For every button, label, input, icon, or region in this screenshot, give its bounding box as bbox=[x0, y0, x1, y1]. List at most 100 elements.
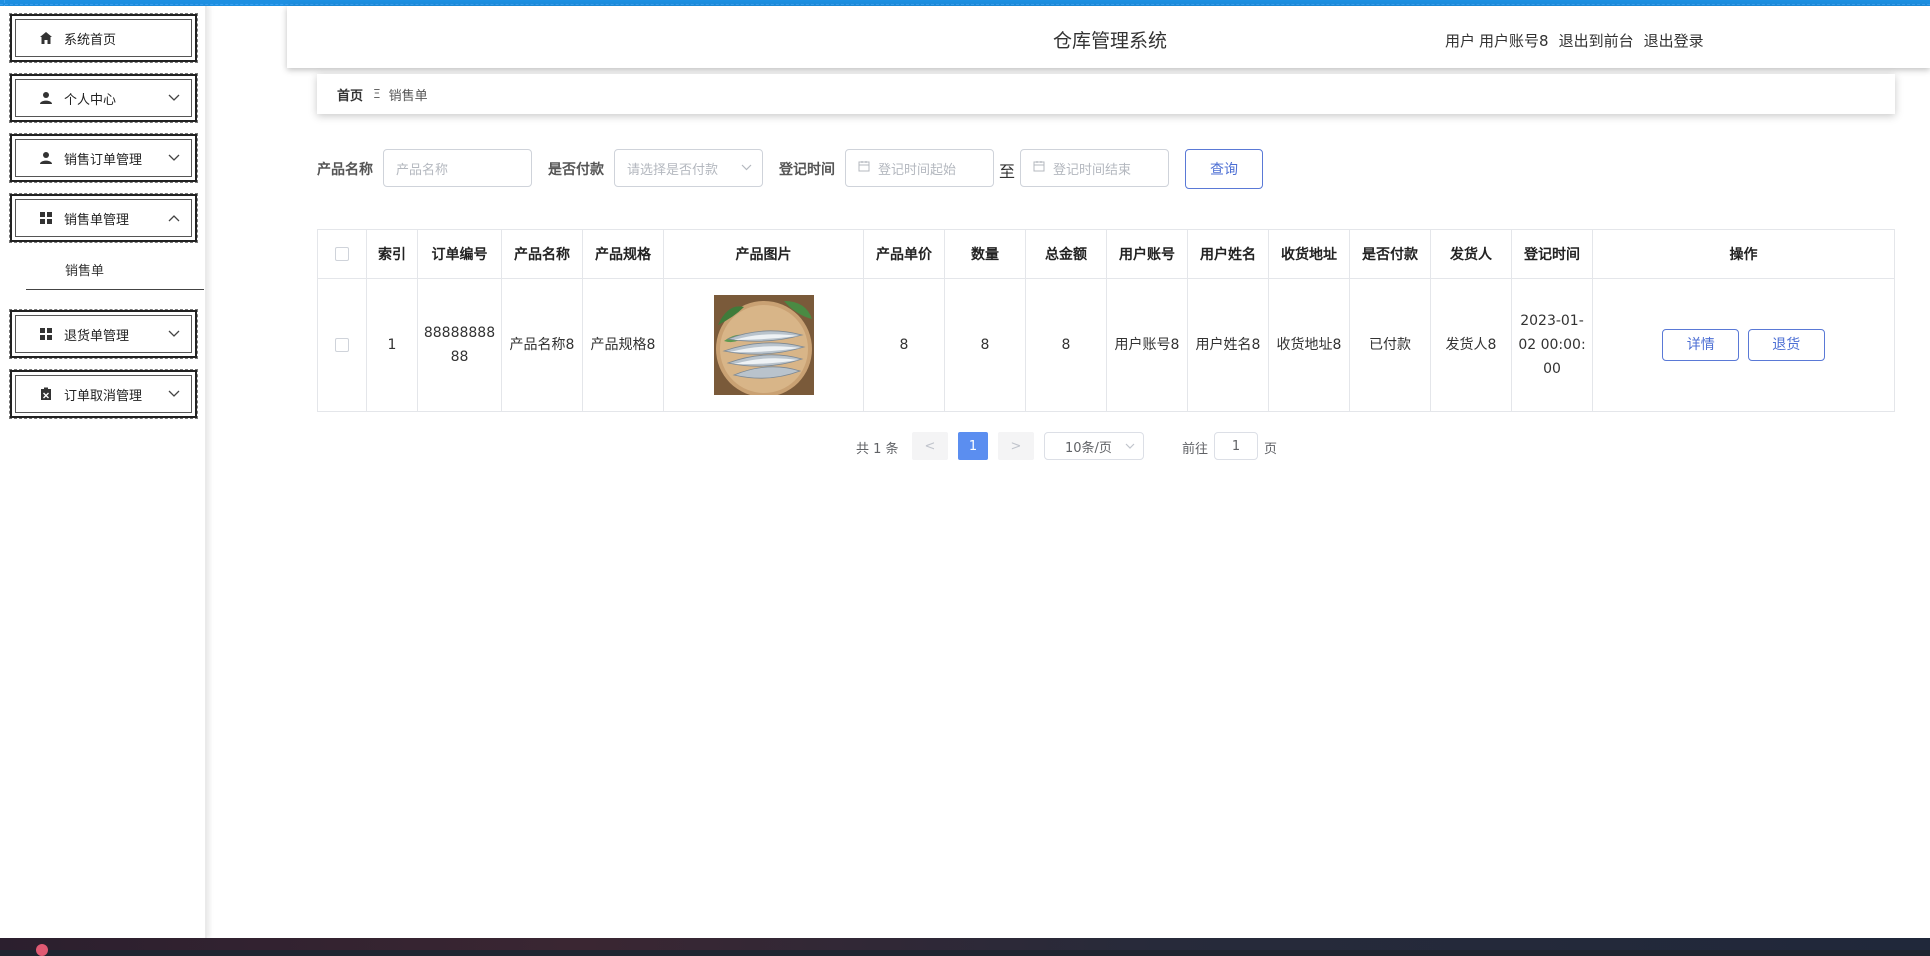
page-unit-label: 页 bbox=[1264, 442, 1278, 457]
col-header: 总金额 bbox=[1025, 229, 1107, 279]
user-prefix: 用户 bbox=[1445, 32, 1476, 50]
chevron-down-icon bbox=[741, 160, 752, 174]
sidebar-item-label: 个人中心 bbox=[64, 92, 117, 108]
to-label: 至 bbox=[999, 162, 1016, 181]
sidebar: 系统首页 个人中心 销售订单管理 销售单管理 销售单 退货单管理 订单取消管理 bbox=[0, 6, 207, 938]
username: 用户账号8 bbox=[1479, 32, 1549, 50]
reg-time-end-input[interactable]: 登记时间结束 bbox=[1020, 149, 1169, 187]
cell-reg-time: 2023-01-02 00:00:00 bbox=[1511, 278, 1593, 412]
sidebar-item-sales-orders[interactable]: 销售订单管理 bbox=[9, 133, 198, 183]
sidebar-item-order-cancel[interactable]: 订单取消管理 bbox=[9, 369, 198, 419]
chevron-down-icon bbox=[167, 151, 181, 165]
sidebar-item-home[interactable]: 系统首页 bbox=[9, 13, 198, 63]
data-table: 索引 订单编号 产品名称 产品规格 产品图片 产品单价 数量 总金额 用户账号 … bbox=[317, 229, 1895, 412]
product-name-input[interactable]: 产品名称 bbox=[383, 149, 532, 187]
breadcrumb-separator-icon: Ξ bbox=[373, 87, 381, 101]
prev-page-button[interactable]: < bbox=[912, 432, 948, 460]
sidebar-item-sales-slips[interactable]: 销售单管理 bbox=[9, 193, 198, 243]
paid-select-placeholder: 请选择是否付款 bbox=[627, 162, 719, 178]
product-name-label: 产品名称 bbox=[317, 162, 373, 178]
col-header: 产品图片 bbox=[663, 229, 864, 279]
return-button[interactable]: 退货 bbox=[1747, 329, 1825, 361]
col-header: 产品规格 bbox=[582, 229, 664, 279]
table-header-row: 索引 订单编号 产品名称 产品规格 产品图片 产品单价 数量 总金额 用户账号 … bbox=[317, 229, 1895, 279]
cell-paid: 已付款 bbox=[1349, 278, 1431, 412]
breadcrumb-current: 销售单 bbox=[388, 88, 428, 104]
breadcrumb-home[interactable]: 首页 bbox=[337, 85, 363, 104]
chevron-up-icon bbox=[167, 211, 181, 225]
search-form: 产品名称 产品名称 是否付款 请选择是否付款 登记时间 登记时间起始 至 登记时… bbox=[317, 149, 1917, 189]
sidebar-item-label: 系统首页 bbox=[64, 32, 117, 48]
col-header: 是否付款 bbox=[1349, 229, 1431, 279]
sidebar-item-label: 销售单管理 bbox=[64, 212, 130, 228]
cell-user-name: 用户姓名8 bbox=[1187, 278, 1269, 412]
table-row: 1 8888888888 产品名称8 产品规格8 8 8 8 用户账号8 用户姓… bbox=[317, 278, 1895, 412]
next-page-button[interactable]: > bbox=[998, 432, 1034, 460]
cell-actions: 详情 退货 bbox=[1592, 278, 1895, 412]
col-header: 用户姓名 bbox=[1187, 229, 1269, 279]
goto-label: 前往 bbox=[1182, 442, 1209, 457]
cell-total: 8 bbox=[1025, 278, 1107, 412]
product-image-fish[interactable] bbox=[713, 295, 814, 395]
cell-unit-price: 8 bbox=[863, 278, 945, 412]
sidebar-item-profile[interactable]: 个人中心 bbox=[9, 73, 198, 123]
col-header: 产品单价 bbox=[863, 229, 945, 279]
cell-product-name: 产品名称8 bbox=[501, 278, 583, 412]
user-icon bbox=[38, 90, 54, 106]
query-button[interactable]: 查询 bbox=[1185, 149, 1263, 189]
sidebar-item-label: 订单取消管理 bbox=[64, 388, 143, 404]
select-all-checkbox[interactable] bbox=[335, 247, 349, 261]
paid-select[interactable]: 请选择是否付款 bbox=[614, 149, 763, 187]
page-size-select[interactable]: 10条/页 bbox=[1044, 432, 1144, 460]
goto-page-input[interactable]: 1 bbox=[1214, 432, 1258, 460]
exit-to-frontend-link[interactable]: 退出到前台 bbox=[1559, 30, 1634, 51]
cancel-box-icon bbox=[38, 386, 54, 402]
calendar-icon bbox=[1033, 160, 1045, 176]
pagination-total: 共 1 条 bbox=[856, 442, 899, 457]
sidebar-subitem-sales-slip[interactable]: 销售单 bbox=[26, 254, 204, 290]
breadcrumb: 首页 Ξ 销售单 bbox=[317, 74, 1895, 114]
select-all-cell bbox=[317, 229, 367, 279]
reg-time-start-placeholder: 登记时间起始 bbox=[878, 162, 957, 178]
sidebar-item-label: 销售订单管理 bbox=[64, 152, 143, 168]
col-header: 数量 bbox=[944, 229, 1026, 279]
user-links: 用户 用户账号8 退出到前台 退出登录 bbox=[1445, 30, 1704, 51]
taskbar-app-icon[interactable] bbox=[36, 944, 48, 956]
cell-address: 收货地址8 bbox=[1268, 278, 1350, 412]
chevron-down-icon bbox=[1125, 439, 1135, 452]
home-icon bbox=[38, 30, 54, 46]
col-header: 订单编号 bbox=[417, 229, 502, 279]
grid-icon bbox=[38, 210, 54, 226]
cell-quantity: 8 bbox=[944, 278, 1026, 412]
sidebar-item-returns[interactable]: 退货单管理 bbox=[9, 309, 198, 359]
top-header: 仓库管理系统 用户 用户账号8 退出到前台 退出登录 bbox=[287, 6, 1930, 68]
reg-time-label: 登记时间 bbox=[779, 162, 835, 178]
reg-time-end-placeholder: 登记时间结束 bbox=[1053, 162, 1132, 178]
grid-icon bbox=[38, 326, 54, 342]
cell-product-spec: 产品规格8 bbox=[582, 278, 664, 412]
col-header: 索引 bbox=[366, 229, 418, 279]
chevron-down-icon bbox=[167, 387, 181, 401]
cell-order-no: 8888888888 bbox=[417, 278, 502, 412]
col-header: 收货地址 bbox=[1268, 229, 1350, 279]
chevron-down-icon bbox=[167, 91, 181, 105]
product-name-placeholder: 产品名称 bbox=[396, 162, 449, 178]
chevron-down-icon bbox=[167, 327, 181, 341]
col-header: 用户账号 bbox=[1106, 229, 1188, 279]
logout-link[interactable]: 退出登录 bbox=[1644, 30, 1704, 51]
col-header: 登记时间 bbox=[1511, 229, 1593, 279]
page-size-value: 10条/页 bbox=[1065, 440, 1112, 456]
cell-product-image bbox=[663, 278, 864, 412]
sidebar-item-label: 退货单管理 bbox=[64, 328, 130, 344]
frame-guide-top bbox=[0, 4, 1930, 5]
taskbar bbox=[0, 938, 1930, 950]
page-number-button[interactable]: 1 bbox=[958, 432, 988, 460]
detail-button[interactable]: 详情 bbox=[1662, 329, 1740, 361]
row-select-cell bbox=[317, 278, 367, 412]
user-icon bbox=[38, 150, 54, 166]
calendar-icon bbox=[858, 160, 870, 176]
row-checkbox[interactable] bbox=[335, 338, 349, 352]
col-header: 操作 bbox=[1592, 229, 1895, 279]
col-header: 产品名称 bbox=[501, 229, 583, 279]
reg-time-start-input[interactable]: 登记时间起始 bbox=[845, 149, 994, 187]
